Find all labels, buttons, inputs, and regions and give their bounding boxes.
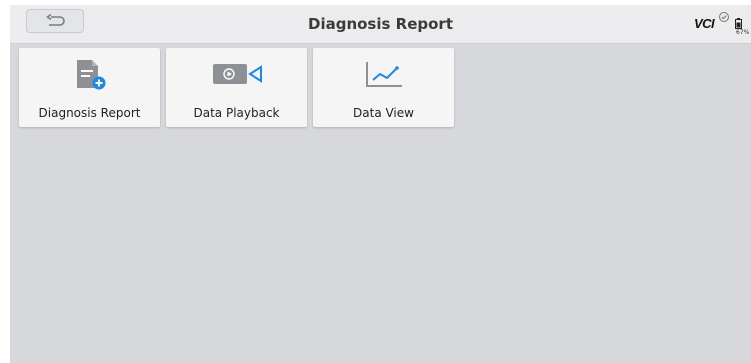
line-chart-icon bbox=[366, 62, 402, 87]
vci-connection-icon bbox=[719, 12, 729, 22]
app-screen: Diagnosis Report VCI 67% Diagnosis Repor bbox=[10, 5, 751, 363]
tile-label: Data View bbox=[353, 106, 414, 120]
data-view-tile[interactable]: Data View bbox=[313, 48, 454, 127]
battery-icon bbox=[735, 18, 742, 29]
diagnosis-report-tile[interactable]: Diagnosis Report bbox=[19, 48, 160, 127]
playback-camera-icon bbox=[213, 64, 262, 84]
vci-label: VCI bbox=[694, 16, 715, 31]
battery-percent: 67% bbox=[736, 29, 750, 36]
page-title: Diagnosis Report bbox=[308, 15, 453, 33]
data-playback-tile[interactable]: Data Playback bbox=[166, 48, 307, 127]
top-bar: Diagnosis Report VCI 67% bbox=[10, 5, 751, 44]
report-add-icon bbox=[77, 60, 106, 90]
tile-label: Diagnosis Report bbox=[38, 106, 141, 120]
tile-label: Data Playback bbox=[193, 106, 280, 120]
